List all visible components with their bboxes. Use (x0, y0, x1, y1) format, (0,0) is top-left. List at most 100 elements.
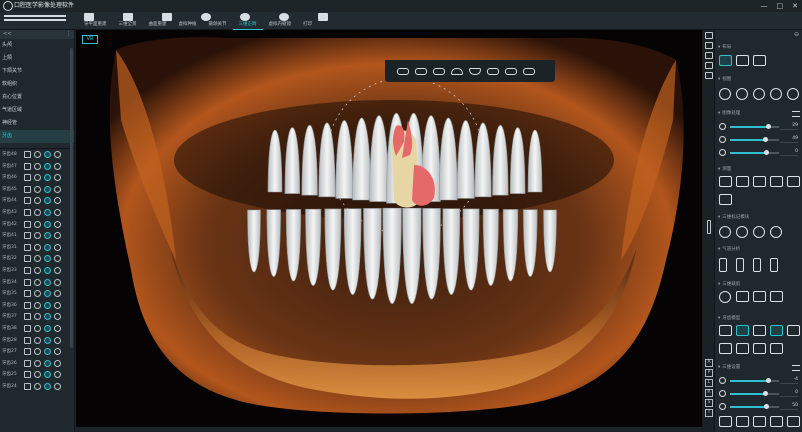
airway-tool-4-icon[interactable] (770, 258, 778, 272)
tooth-color-icon[interactable] (34, 278, 41, 286)
tooth-model-1-icon[interactable] (719, 325, 732, 336)
skull-top-icon[interactable] (433, 68, 445, 75)
tab-module-active[interactable]: 三维正畸 (232, 21, 263, 30)
tooth-crown-icon[interactable] (487, 68, 499, 75)
tooth-color-icon[interactable] (34, 266, 41, 274)
visibility-eye-icon[interactable] (44, 278, 51, 286)
close-button[interactable]: ✕ (792, 0, 798, 12)
visibility-eye-icon[interactable] (44, 336, 51, 344)
tooth-root-icon[interactable] (505, 68, 517, 75)
edit-icon[interactable] (123, 13, 133, 21)
layout-split-icon[interactable] (736, 55, 749, 66)
visibility-eye-icon[interactable] (44, 174, 51, 182)
orientation-button[interactable]: S (705, 399, 713, 407)
clip-tool-3-icon[interactable] (753, 291, 766, 302)
tooth-edit-icon[interactable] (24, 208, 31, 216)
visibility-eye-icon[interactable] (44, 371, 51, 379)
tooth-color-icon[interactable] (34, 151, 41, 158)
slider-track[interactable] (730, 378, 779, 383)
object-list-item[interactable]: 神经管 (0, 117, 74, 130)
tooth-color-icon[interactable] (34, 255, 41, 263)
collapse-button[interactable]: << (3, 30, 11, 39)
info-icon[interactable] (279, 13, 289, 21)
tooth-row[interactable]: 牙齿45 (0, 184, 74, 196)
tooth-info-icon[interactable] (54, 359, 61, 367)
area-measure-icon[interactable] (787, 176, 800, 187)
slider-handle[interactable] (764, 404, 770, 409)
slider-handle[interactable] (764, 150, 770, 155)
visibility-eye-icon[interactable] (44, 232, 51, 240)
tooth-color-icon[interactable] (34, 324, 41, 332)
extra-tool-1-icon[interactable] (719, 416, 732, 427)
clear-measure-icon[interactable] (719, 194, 732, 205)
save-icon[interactable] (84, 13, 94, 21)
section-view[interactable]: 视图 (718, 76, 731, 82)
pan-icon[interactable] (719, 88, 731, 100)
object-list-item[interactable]: 下颌关节 (0, 65, 74, 78)
tooth-model-9-icon[interactable] (770, 343, 783, 354)
minimize-button[interactable]: — (761, 0, 768, 12)
extra-tool-3-icon[interactable] (753, 416, 766, 427)
airway-tool-1-icon[interactable] (719, 258, 727, 272)
tooth-edit-icon[interactable] (24, 220, 31, 228)
tooth-model-4-icon[interactable] (770, 325, 783, 336)
slider-track[interactable] (730, 391, 779, 396)
angle-measure-icon[interactable] (736, 176, 749, 187)
layout-single-icon[interactable] (719, 55, 732, 66)
tooth-color-icon[interactable] (34, 174, 41, 182)
tab-module[interactable]: 曲面重建 (143, 21, 173, 30)
visibility-eye-icon[interactable] (44, 266, 51, 274)
display-icon[interactable] (705, 72, 713, 79)
tooth-info-icon[interactable] (54, 348, 61, 356)
tooth-color-icon[interactable] (34, 382, 41, 390)
tooth-edit-icon[interactable] (24, 174, 31, 182)
tooth-row[interactable]: 牙齿44 (0, 195, 74, 207)
tab-module[interactable]: 牙平面重建 (78, 21, 113, 30)
slider-value-input[interactable]: 49 (780, 135, 798, 143)
tooth-edit-icon[interactable] (24, 185, 31, 193)
tooth-edit-icon[interactable] (24, 313, 31, 321)
tooth-edit-icon[interactable] (24, 243, 31, 251)
help-icon[interactable] (240, 13, 250, 21)
slider-value-input[interactable]: -4 (780, 376, 798, 384)
arch-upper-icon[interactable] (451, 68, 463, 75)
section-annotation[interactable]: 三维标记模块 (718, 214, 749, 220)
tooth-info-icon[interactable] (54, 336, 61, 344)
tooth-model-5-icon[interactable] (787, 325, 800, 336)
tooth-edit-icon[interactable] (24, 197, 31, 205)
tooth-color-icon[interactable] (34, 371, 41, 379)
tooth-row[interactable]: 牙齿46 (0, 172, 74, 184)
tooth-info-icon[interactable] (54, 301, 61, 309)
tooth-row[interactable]: 牙齿41 (0, 230, 74, 242)
tooth-edit-icon[interactable] (24, 162, 31, 170)
tooth-model-7-icon[interactable] (736, 343, 749, 354)
arch-lower-icon[interactable] (469, 68, 481, 75)
tooth-row[interactable]: 牙齿47 (0, 161, 74, 173)
object-list-item[interactable]: 牙齿 (0, 130, 74, 143)
visibility-eye-icon[interactable] (44, 208, 51, 216)
tooth-row[interactable]: 牙齿31 (0, 242, 74, 254)
tooth-row[interactable]: 牙齿38 (0, 323, 74, 335)
annotate-head4-icon[interactable] (770, 226, 782, 238)
orientation-button[interactable]: P (705, 369, 713, 377)
pin-icon[interactable] (705, 32, 713, 39)
visibility-eye-icon[interactable] (44, 162, 51, 170)
object-list-item[interactable]: 软组织 (0, 78, 74, 91)
tooth-info-icon[interactable] (54, 174, 61, 182)
orientation-button[interactable]: R (705, 389, 713, 397)
tooth-row[interactable]: 牙齿48 (0, 149, 74, 161)
3d-viewport[interactable] (76, 30, 702, 427)
tooth-info-icon[interactable] (54, 324, 61, 332)
tooth-edit-icon[interactable] (24, 290, 31, 298)
spin-icon[interactable] (770, 88, 782, 100)
visibility-eye-icon[interactable] (44, 290, 51, 298)
tooth-color-icon[interactable] (34, 197, 41, 205)
chart-icon[interactable] (705, 42, 713, 49)
clip-tool-4-icon[interactable] (770, 291, 783, 302)
tooth-color-icon[interactable] (34, 336, 41, 344)
tooth-info-icon[interactable] (54, 162, 61, 170)
slider-value-input[interactable]: 50 (780, 402, 798, 410)
extra-tool-2-icon[interactable] (736, 416, 749, 427)
extra-tool-5-icon[interactable] (787, 416, 800, 427)
tooth-color-icon[interactable] (34, 243, 41, 251)
